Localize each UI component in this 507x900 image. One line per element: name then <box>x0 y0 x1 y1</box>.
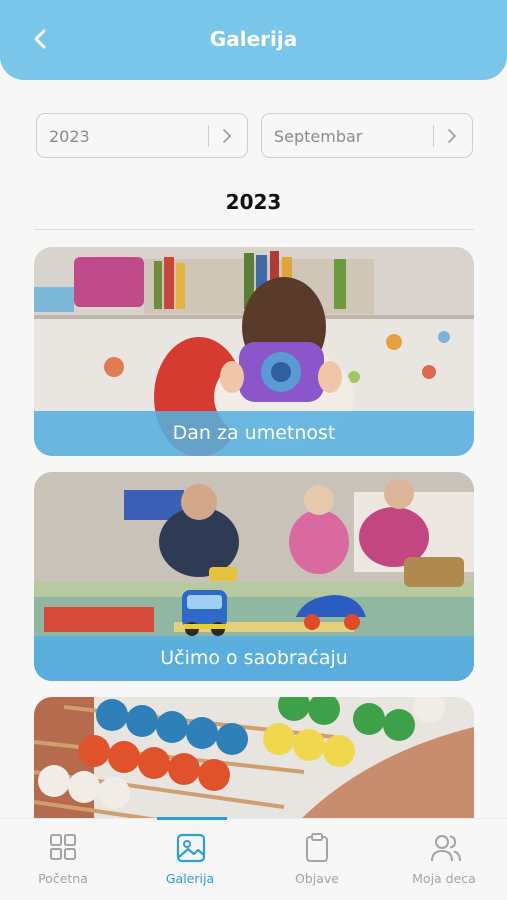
year-select[interactable]: 2023 <box>36 113 248 158</box>
app-header: Galerija <box>0 0 507 80</box>
chevron-right-icon[interactable] <box>444 128 460 144</box>
image-icon <box>176 833 206 863</box>
year-heading: 2023 <box>225 190 282 214</box>
users-icon <box>431 835 461 862</box>
select-divider <box>433 125 434 147</box>
album-photo <box>34 697 474 837</box>
album-card[interactable]: Učimo o saobraćaju <box>34 472 474 681</box>
tab-label: Početna <box>38 871 88 886</box>
month-select[interactable]: Septembar <box>261 113 473 158</box>
album-caption: Učimo o saobraćaju <box>34 636 474 681</box>
tab-label: Moja deca <box>412 871 476 886</box>
album-card[interactable] <box>34 697 474 837</box>
tab-pocetna[interactable]: Početna <box>0 819 126 900</box>
album-caption: Dan za umetnost <box>34 411 474 456</box>
tab-label: Galerija <box>165 871 215 886</box>
album-card[interactable]: Dan za umetnost <box>34 247 474 456</box>
tab-moja-deca[interactable]: Moja deca <box>381 819 507 900</box>
bottom-tab-bar: Početna Galerija Objave Moja deca <box>0 817 507 900</box>
section-divider <box>34 229 474 230</box>
clipboard-icon <box>306 833 328 862</box>
tab-label: Objave <box>295 871 339 886</box>
chevron-right-icon[interactable] <box>219 128 235 144</box>
select-divider <box>208 125 209 147</box>
year-select-value: 2023 <box>49 127 90 146</box>
month-select-value: Septembar <box>274 127 363 146</box>
tab-galerija[interactable]: Galerija <box>127 819 253 900</box>
page-title: Galerija <box>209 27 298 51</box>
grid-icon <box>50 834 76 860</box>
tab-objave[interactable]: Objave <box>254 819 380 900</box>
